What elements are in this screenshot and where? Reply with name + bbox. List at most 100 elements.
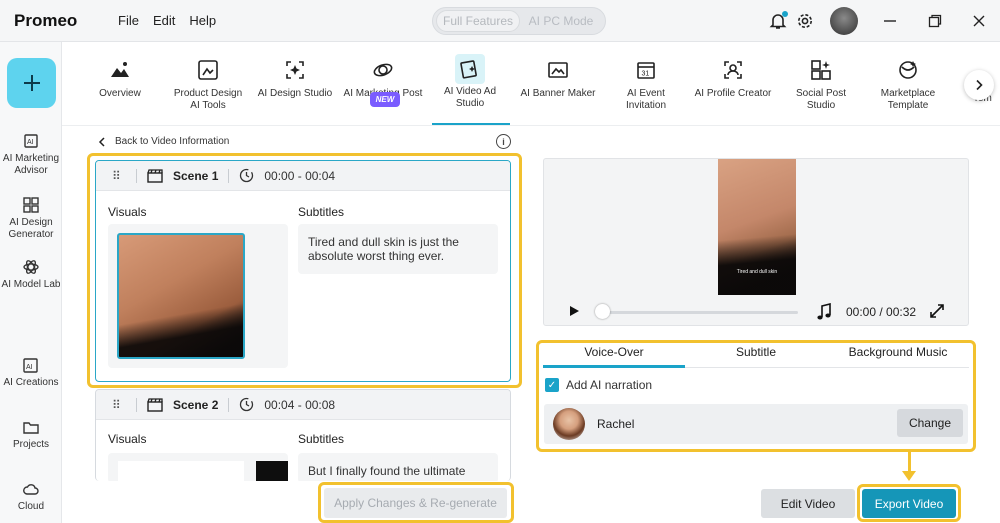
social-post-icon (811, 60, 831, 80)
clapperboard-icon (147, 168, 163, 183)
tool-overview[interactable]: Overview (80, 58, 160, 100)
annotation-arrow-head (902, 471, 916, 481)
video-controls: 00:00 / 00:32 (544, 297, 970, 327)
app-name: Promeo (14, 11, 78, 30)
back-to-video-information-link[interactable]: Back to Video Information (98, 136, 229, 147)
scene-time-range: 00:00 - 00:04 (264, 168, 336, 183)
sidebar-item-cloud[interactable]: Cloud (0, 480, 62, 513)
scene-card-2[interactable]: ⠿ Scene 2 00:04 - 00:08 Visuals Subtitle… (95, 389, 511, 481)
sidebar-item-label: Cloud (17, 501, 45, 512)
sidebar-item-label: AI Model Lab (1, 279, 61, 290)
tool-label: AI Event Invitation (625, 88, 667, 111)
tool-ai-event-invitation[interactable]: 31 AI Event Invitation (606, 58, 686, 112)
subtitle-text-box[interactable]: Tired and dull skin is just the absolute… (298, 224, 498, 274)
mode-toggle[interactable]: Full Features AI PC Mode (432, 7, 606, 35)
video-ad-icon (460, 60, 477, 79)
sidebar-item-ai-model-lab[interactable]: AI Model Lab (0, 258, 62, 291)
tool-ai-video-ad-studio[interactable]: AI Video Ad Studio (430, 54, 510, 110)
scene-time-range: 00:04 - 00:08 (264, 397, 336, 412)
sidebar-item-label: AI Design Generator (8, 217, 54, 240)
voice-avatar (553, 408, 585, 440)
tool-marketplace-template[interactable]: Marketplace Template (868, 58, 948, 112)
tab-background-music[interactable]: Background Music (827, 345, 969, 359)
change-voice-button[interactable]: Change (897, 409, 963, 437)
divider (228, 397, 230, 412)
divider (136, 168, 137, 183)
visual-slot[interactable] (108, 453, 288, 481)
tool-label: Social Post Studio (795, 88, 847, 111)
sidebar-item-projects[interactable]: Projects (0, 418, 62, 451)
menu-edit[interactable]: Edit (153, 13, 175, 28)
tool-ai-design-studio[interactable]: AI Design Studio (255, 58, 335, 100)
menu-file[interactable]: File (118, 13, 139, 28)
scene-card-1[interactable]: ⠿ Scene 1 00:00 - 00:04 Visuals Subtitle… (95, 160, 511, 382)
drag-handle-icon[interactable]: ⠿ (112, 169, 126, 183)
scene-header: ⠿ Scene 1 00:00 - 00:04 (96, 161, 510, 191)
notification-bell-icon[interactable] (768, 11, 788, 31)
voice-selection-row: Rachel Change (544, 404, 968, 444)
left-sidebar: AI AI Marketing Advisor AI Design Genera… (0, 42, 62, 523)
create-new-button[interactable] (7, 58, 56, 108)
user-avatar[interactable] (830, 7, 858, 35)
expand-icon[interactable] (929, 303, 945, 319)
scene-visual-thumbnail[interactable] (118, 461, 244, 481)
scene-visual-thumbnail[interactable] (117, 233, 245, 359)
video-time: 00:00 / 00:32 (846, 305, 917, 319)
sidebar-item-ai-creations[interactable]: AI AI Creations (0, 356, 62, 389)
export-video-button[interactable]: Export Video (862, 489, 956, 518)
video-frame[interactable]: Tired and dull skin (718, 159, 796, 295)
add-ai-narration-checkbox[interactable]: ✓ (545, 378, 559, 392)
ai-creations-icon: AI (23, 358, 38, 373)
close-window-icon[interactable] (969, 11, 989, 31)
play-icon[interactable] (570, 306, 579, 316)
sidebar-item-ai-design-generator[interactable]: AI Design Generator (0, 196, 62, 241)
tab-subtitle[interactable]: Subtitle (685, 345, 827, 359)
visuals-label: Visuals (108, 205, 147, 219)
tool-product-design-ai-tools[interactable]: Product Design AI Tools (168, 58, 248, 112)
add-ai-narration-option[interactable]: ✓ Add AI narration (545, 378, 652, 392)
tool-ai-banner-maker[interactable]: AI Banner Maker (518, 58, 598, 100)
menu-bar: File Edit Help (118, 13, 216, 28)
settings-gear-icon[interactable] (795, 11, 815, 31)
active-tool-underline (432, 123, 510, 125)
tools-scroll-right-button[interactable] (964, 70, 994, 100)
back-link-label: Back to Video Information (115, 136, 230, 147)
voice-name: Rachel (597, 417, 635, 431)
video-ad-icon-bg (455, 54, 485, 84)
tool-ai-profile-creator[interactable]: AI Profile Creator (693, 58, 773, 100)
chevron-right-icon (976, 79, 983, 91)
clock-icon (240, 168, 254, 183)
apply-changes-regenerate-button[interactable]: Apply Changes & Re-generate (324, 488, 507, 518)
menu-help[interactable]: Help (189, 13, 216, 28)
music-note-icon[interactable] (816, 303, 832, 321)
info-icon[interactable]: i (496, 134, 511, 149)
tool-label: Overview (99, 88, 141, 99)
restore-window-icon[interactable] (925, 11, 945, 31)
tool-label: AI Video Ad Studio (443, 86, 497, 109)
subtitles-label: Subtitles (298, 432, 345, 446)
tool-social-post-studio[interactable]: Social Post Studio (781, 58, 861, 112)
sidebar-item-ai-marketing-advisor[interactable]: AI AI Marketing Advisor (0, 132, 62, 177)
title-bar: Promeo File Edit Help Full Features AI P… (0, 0, 1000, 42)
design-studio-icon (286, 61, 304, 79)
edit-video-button[interactable]: Edit Video (761, 489, 855, 518)
clapperboard-icon (147, 397, 163, 412)
minimize-icon[interactable] (880, 11, 900, 31)
drag-handle-icon[interactable]: ⠿ (112, 398, 126, 412)
marketing-post-icon (373, 63, 393, 77)
notification-dot (782, 11, 788, 17)
profile-icon (724, 61, 742, 79)
scene-visual-thumbnail-2[interactable] (256, 461, 288, 481)
subtitle-text-box[interactable]: But I finally found the ultimate (298, 453, 498, 481)
seek-handle[interactable] (595, 304, 610, 319)
tab-voice-over[interactable]: Voice-Over (543, 345, 685, 359)
visual-slot[interactable] (108, 224, 288, 368)
add-ai-narration-label: Add AI narration (566, 378, 653, 392)
mode-full-features[interactable]: Full Features (436, 10, 520, 32)
product-design-icon (198, 60, 218, 80)
tool-label: Marketplace Template (880, 88, 936, 111)
seek-bar[interactable] (598, 311, 798, 314)
mode-ai-pc[interactable]: AI PC Mode (520, 10, 602, 32)
plus-icon (23, 75, 40, 91)
cloud-icon (23, 484, 39, 495)
